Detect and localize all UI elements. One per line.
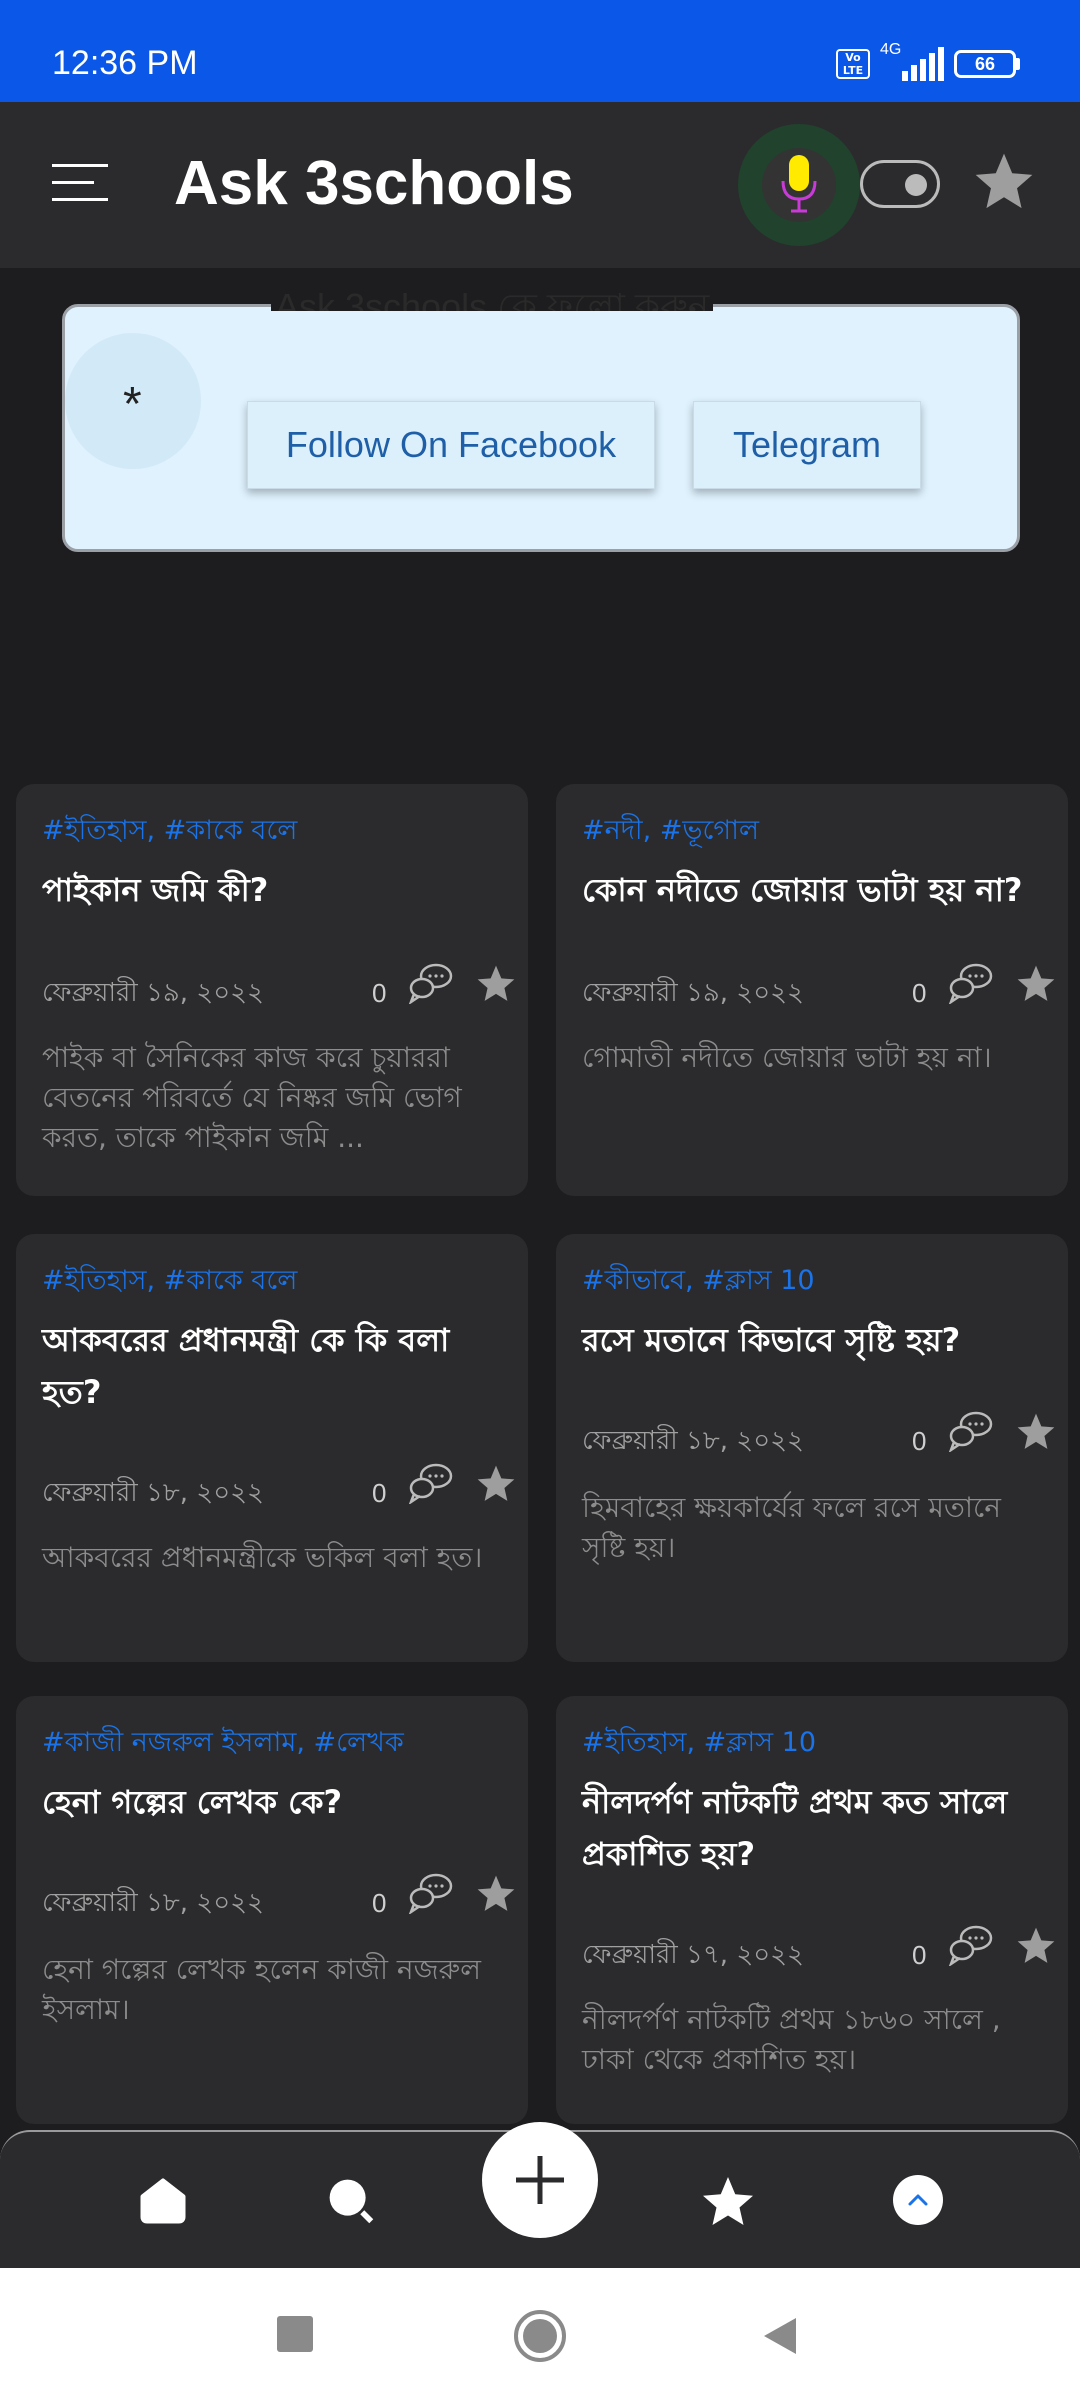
card-tags[interactable]: #নদী, #ভূগোল (582, 810, 759, 855)
card-date: ফেব্রুয়ারী ১৮, ২০২২ (582, 1426, 804, 1456)
voice-search-button[interactable] (738, 124, 860, 246)
home-icon[interactable] (136, 2174, 190, 2232)
comment-icon[interactable] (408, 962, 454, 1008)
add-question-button[interactable] (482, 2122, 598, 2238)
comment-icon[interactable] (408, 1462, 454, 1508)
question-card[interactable]: #কীভাবে, #ক্লাস 10 রসে মতানে কিভাবে সৃষ্… (556, 1234, 1068, 1662)
card-excerpt: নীলদর্পণ নাটকটি প্রথম ১৮৬০ সালে , ঢাকা থ… (582, 2003, 1001, 2076)
telegram-button[interactable]: Telegram (693, 401, 921, 489)
star-icon[interactable] (474, 1462, 518, 1510)
follow-facebook-button[interactable]: Follow On Facebook (247, 401, 655, 489)
search-icon[interactable] (324, 2174, 378, 2232)
star-icon[interactable] (970, 148, 1038, 220)
battery-level: 66 (954, 50, 1016, 78)
app-bar: Ask 3schools (0, 102, 1080, 268)
add-icon (516, 2156, 564, 2204)
status-bar: 12:36 PM Vo LTE 4G 66 (0, 0, 1080, 102)
recent-apps-icon[interactable] (277, 2316, 313, 2352)
network-type: 4G (880, 41, 902, 58)
scroll-up-icon[interactable] (892, 2174, 944, 2230)
comment-count: 0 (912, 1940, 927, 1970)
card-title[interactable]: কোন নদীতে জোয়ার ভাটা হয় না? (582, 864, 1052, 916)
card-date: ফেব্রুয়ারী ১৮, ২০২২ (42, 1888, 264, 1918)
card-meta: ফেব্রুয়ারী ১৮, ২০২২ 0 (42, 1872, 515, 1922)
card-tags[interactable]: #কাজী নজরুল ইসলাম, #লেখক (42, 1722, 404, 1767)
question-card[interactable]: #ইতিহাস, #ক্লাস 10 নীলদর্পণ নাটকটি প্রথম… (556, 1696, 1068, 2124)
card-tags[interactable]: #কীভাবে, #ক্লাস 10 (582, 1260, 815, 1305)
card-title[interactable]: হেনা গল্পের লেখক কে? (42, 1776, 512, 1828)
card-title[interactable]: পাইকান জমি কী? (42, 864, 512, 916)
back-icon[interactable] (760, 2314, 800, 2362)
card-tags[interactable]: #ইতিহাস, #কাকে বলে (42, 810, 297, 855)
card-date: ফেব্রুয়ারী ১৯, ২০২২ (42, 978, 264, 1008)
star-icon[interactable] (698, 2172, 758, 2236)
battery-icon: 66 (954, 50, 1020, 78)
card-tags[interactable]: #ইতিহাস, #কাকে বলে (42, 1260, 297, 1305)
status-icons: Vo LTE 4G 66 (836, 41, 1020, 84)
question-card[interactable]: #কাজী নজরুল ইসলাম, #লেখক হেনা গল্পের লেখ… (16, 1696, 528, 2124)
asterisk: * (123, 378, 142, 431)
volte-icon: Vo LTE (836, 49, 870, 79)
card-date: ফেব্রুয়ারী ১৮, ২০২২ (42, 1478, 264, 1508)
signal-icon: 4G (880, 41, 944, 81)
card-excerpt: হিমবাহের ক্ষয়কার্যের ফলে রসে মতানে সৃষ্… (582, 1491, 1001, 1564)
comment-count: 0 (372, 1888, 387, 1918)
card-excerpt: পাইক বা সৈনিকের কাজ করে চুয়াররা বেতনের … (42, 1041, 462, 1154)
card-meta: ফেব্রুয়ারী ১৭, ২০২২ 0 (582, 1924, 1055, 1974)
system-nav-bar (0, 2268, 1080, 2400)
theme-toggle[interactable] (860, 160, 940, 208)
status-time: 12:36 PM (52, 44, 198, 82)
comment-count: 0 (372, 978, 387, 1008)
comment-count: 0 (912, 978, 927, 1008)
star-icon[interactable] (1014, 1410, 1058, 1458)
star-icon[interactable] (474, 962, 518, 1010)
card-meta: ফেব্রুয়ারী ১৮, ২০২২ 0 (582, 1410, 1055, 1460)
card-meta: ফেব্রুয়ারী ১৯, ২০২২ 0 (582, 962, 1055, 1012)
question-card[interactable]: #ইতিহাস, #কাকে বলে আকবরের প্রধানমন্ত্রী … (16, 1234, 528, 1662)
comment-count: 0 (912, 1426, 927, 1456)
card-excerpt: আকবরের প্রধানমন্ত্রীকে ভকিল বলা হত। (42, 1541, 483, 1574)
menu-icon[interactable] (52, 164, 108, 204)
card-title[interactable]: আকবরের প্রধানমন্ত্রী কে কি বলা হত? (42, 1314, 512, 1418)
app-title: Ask 3schools (174, 149, 574, 218)
follow-heading: Ask 3schools কে ফলো করুন (271, 281, 714, 311)
comment-icon[interactable] (408, 1872, 454, 1918)
card-meta: ফেব্রুয়ারী ১৮, ২০২২ 0 (42, 1462, 515, 1512)
comment-icon[interactable] (948, 1924, 994, 1970)
star-icon[interactable] (1014, 962, 1058, 1010)
card-tags[interactable]: #ইতিহাস, #ক্লাস 10 (582, 1722, 816, 1767)
comment-icon[interactable] (948, 1410, 994, 1456)
home-button-icon[interactable] (514, 2310, 566, 2362)
comment-icon[interactable] (948, 962, 994, 1008)
bottom-nav (0, 2122, 1080, 2268)
card-title[interactable]: রসে মতানে কিভাবে সৃষ্টি হয়? (582, 1314, 1052, 1366)
card-date: ফেব্রুয়ারী ১৯, ২০২২ (582, 978, 804, 1008)
star-icon[interactable] (1014, 1924, 1058, 1972)
question-card[interactable]: #নদী, #ভূগোল কোন নদীতে জোয়ার ভাটা হয় ন… (556, 784, 1068, 1196)
follow-box: Ask 3schools কে ফলো করুন * Follow On Fac… (62, 281, 1020, 552)
question-card[interactable]: #ইতিহাস, #কাকে বলে পাইকান জমি কী? ফেব্রু… (16, 784, 528, 1196)
comment-count: 0 (372, 1478, 387, 1508)
star-icon[interactable] (474, 1872, 518, 1920)
card-excerpt: গোমাতী নদীতে জোয়ার ভাটা হয় না। (582, 1041, 992, 1074)
microphone-icon (762, 148, 836, 222)
card-date: ফেব্রুয়ারী ১৭, ২০২২ (582, 1940, 804, 1970)
card-title[interactable]: নীলদর্পণ নাটকটি প্রথম কত সালে প্রকাশিত হ… (582, 1776, 1052, 1880)
card-excerpt: হেনা গল্পের লেখক হলেন কাজী নজরুল ইসলাম। (42, 1953, 482, 2026)
card-meta: ফেব্রুয়ারী ১৯, ২০২২ 0 (42, 962, 515, 1012)
